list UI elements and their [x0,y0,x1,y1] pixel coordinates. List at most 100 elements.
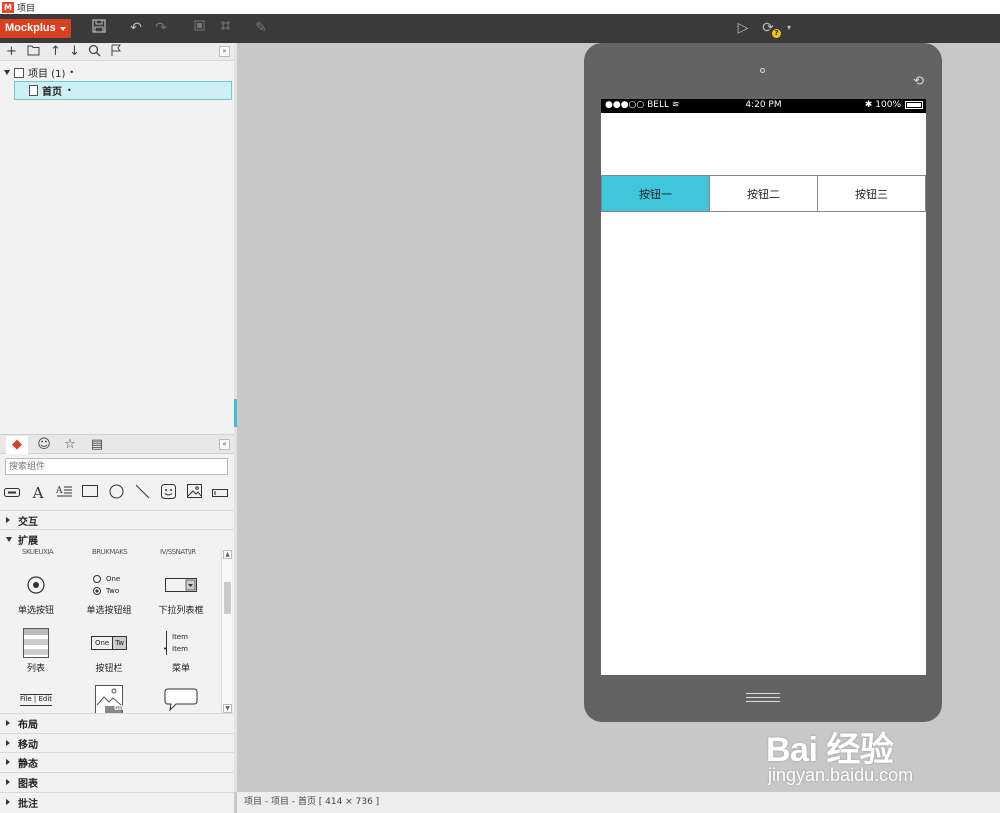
button-shape-icon[interactable] [3,484,21,502]
section-label: 布局 [18,719,38,731]
save-icon[interactable] [90,19,108,38]
scroll-down-icon[interactable]: ▼ [223,704,232,713]
button-bar-segment: Tw [113,637,127,649]
undo-icon[interactable]: ↶ [127,19,145,37]
emoji-shape-icon[interactable] [159,484,177,502]
project-icon [14,67,24,78]
rectangle-shape-icon[interactable] [81,484,99,502]
unsaved-marker: • [67,86,72,95]
tab-components-cube-icon[interactable]: ◆ [6,436,28,454]
project-tree-toolbar: + ↑ ↓ » [0,43,234,61]
redo-icon[interactable]: ↷ [152,19,170,37]
collapse-library-button[interactable]: « [219,439,230,450]
folder-icon[interactable] [27,44,40,60]
scroll-thumb[interactable] [224,582,231,614]
circle-shape-icon[interactable] [107,484,125,502]
widget-menu[interactable]: Item • Item 菜单 [151,628,211,674]
brand-menu-button[interactable]: Mockplus [0,19,71,38]
brush-icon[interactable]: ✎ [252,19,270,37]
move-down-icon[interactable]: ↓ [69,44,80,60]
watermark-url: jingyan.baidu.com [768,765,914,785]
rotate-icon[interactable]: ⟲ [913,74,924,89]
cutoff-label: BRUKMAKS [92,548,128,556]
button-bar: 按钮一 按钮二 按钮三 [601,175,926,212]
input-shape-icon[interactable] [211,484,229,502]
search-icon[interactable] [88,44,101,62]
section-static[interactable]: 静态 [0,752,234,771]
window-titlebar: M 项目 [0,0,1000,14]
dropdown-icon [151,570,211,600]
section-layout[interactable]: 布局 [0,713,234,732]
expand-icon[interactable] [4,70,10,75]
section-extension[interactable]: 扩展 [0,529,234,548]
widget-scrollbar[interactable]: ▲ ▼ [221,549,232,714]
button-bar-segment: One [92,637,114,649]
basic-shapes-row: A A [0,484,234,502]
section-interaction[interactable]: 交互 [0,510,234,529]
section-annotation[interactable]: 批注 [0,792,234,811]
play-icon[interactable]: ▷ [734,19,752,37]
tab-favorites-star-icon[interactable]: ☆ [59,436,81,454]
button-bar-item-1[interactable]: 按钮一 [602,176,710,211]
cutoff-label: SKUEUXIA [22,548,54,556]
section-label: 移动 [18,739,38,751]
widget-dropdown[interactable]: 下拉列表框 [151,570,211,616]
widget-menubar[interactable]: File | Edit [6,685,66,714]
tree-item-home-page[interactable]: 首页 • [14,81,232,100]
list-icon [6,628,66,658]
button-bar-item-3[interactable]: 按钮三 [818,176,925,211]
section-charts[interactable]: 图表 [0,772,234,791]
watermark-title: Bai 经验 [766,731,894,769]
section-mobile[interactable]: 移动 [0,733,234,752]
menu-icon: Item • Item [151,628,211,658]
image-shape-icon[interactable] [185,484,203,502]
widget-radio-group[interactable]: One Two 单选按钮组 [79,570,139,616]
main-toolbar: Mockplus ↶ ↷ ✎ ▷ ⟳ ? ▾ [0,14,1000,43]
menu-item: Item [172,633,188,641]
button-bar-item-2[interactable]: 按钮二 [710,176,818,211]
widget-label: 单选按钮 [17,606,54,616]
section-label: 图表 [18,778,38,790]
svg-text:A: A [56,486,63,496]
splitter-grip[interactable] [234,399,237,427]
device-frame: ⟲ ●●●○○ BELL ≋ 4:20 PM ✱ 100% 按钮一 按钮二 按钮… [584,43,942,722]
collapse-panel-button[interactable]: » [219,46,230,57]
device-screen[interactable]: ●●●○○ BELL ≋ 4:20 PM ✱ 100% 按钮一 按钮二 按钮三 [601,99,926,675]
section-label: 交互 [18,516,38,528]
panel-splitter[interactable] [234,43,237,792]
tab-emoji-icon[interactable]: ☺ [33,436,55,454]
collapsed-caret-icon [6,740,10,746]
component-search-input[interactable] [5,458,228,475]
widget-radio-button[interactable]: 单选按钮 [6,570,66,616]
status-text: 项目 - 项目 - 首页 [ 414 × 736 ] [244,797,380,807]
widget-gif[interactable]: GIF [79,685,139,714]
flag-icon[interactable] [110,44,122,62]
unsaved-marker: • [69,68,75,77]
window-title: 项目 [17,3,36,14]
bluetooth-icon: ✱ [864,100,873,110]
home-indicator-icon [746,693,780,703]
fit-icon[interactable] [190,19,208,37]
menu-item: • Item [163,645,188,653]
tree-item-project[interactable]: 项目 (1) • [4,65,74,80]
widget-tooltip[interactable] [151,685,211,714]
text-shape-icon[interactable]: A [29,484,47,502]
widget-label: 按钮栏 [95,664,123,674]
grid-icon[interactable] [216,19,234,37]
widget-button-bar[interactable]: One Tw 按钮栏 [79,628,139,674]
add-page-icon[interactable]: + [6,44,17,60]
radio-button-icon [6,570,66,600]
line-shape-icon[interactable] [133,484,151,502]
scroll-up-icon[interactable]: ▲ [223,550,232,559]
paragraph-shape-icon[interactable]: A [55,484,73,502]
widget-list[interactable]: 列表 [6,628,66,674]
cutoff-label: IV/SSNAT\IR [160,548,196,556]
chevron-down-icon[interactable]: ▾ [780,19,798,37]
move-up-icon[interactable]: ↑ [50,44,61,60]
button-bar-icon: One Tw [79,628,139,658]
gif-image-icon [79,685,139,714]
menubar-icon: File | Edit [6,685,66,714]
library-tabs: ◆ ☺ ☆ ▤ « [0,434,234,454]
tab-templates-icon[interactable]: ▤ [86,436,108,454]
menubar-text: File | Edit [19,695,53,703]
